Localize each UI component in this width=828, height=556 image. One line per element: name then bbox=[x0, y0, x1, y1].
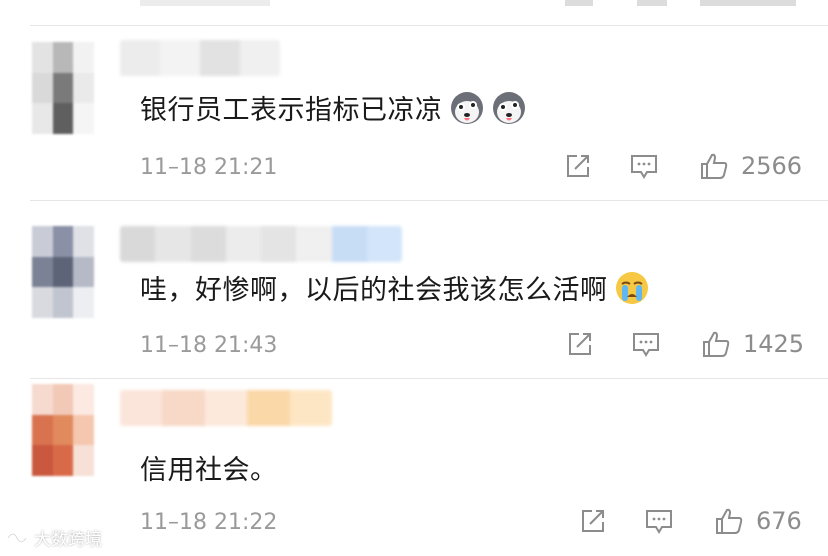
watermark-logo-icon bbox=[7, 532, 27, 543]
previous-actions-remnant bbox=[140, 0, 796, 6]
crying-face-emoji bbox=[615, 271, 648, 304]
divider bbox=[30, 378, 828, 379]
like-count: 1425 bbox=[743, 330, 805, 358]
watermark: 大数跨境 bbox=[6, 525, 102, 550]
username[interactable] bbox=[120, 40, 280, 76]
comment-actions: 1425 bbox=[565, 329, 804, 359]
comment-text: 信用社会。 bbox=[140, 448, 278, 487]
husky-emoji bbox=[450, 91, 483, 124]
share-icon[interactable] bbox=[563, 151, 593, 181]
avatar[interactable] bbox=[32, 384, 94, 476]
comment-text: 银行员工表示指标已凉凉 bbox=[140, 88, 527, 127]
husky-emoji bbox=[492, 91, 525, 124]
avatar[interactable] bbox=[32, 226, 94, 318]
thumbs-up-icon[interactable] bbox=[701, 329, 731, 359]
like-count: 2566 bbox=[741, 152, 803, 180]
comment-timestamp: 11–18 21:43 bbox=[140, 333, 278, 358]
thumbs-up-icon[interactable] bbox=[714, 506, 744, 536]
comment-body: 信用社会。 bbox=[140, 455, 278, 486]
divider bbox=[30, 200, 828, 201]
comment-text: 哇，好惨啊，以后的社会我该怎么活啊 bbox=[140, 268, 650, 307]
share-icon[interactable] bbox=[565, 329, 595, 359]
divider bbox=[30, 25, 828, 26]
username[interactable] bbox=[120, 226, 402, 262]
comment-actions: 676 bbox=[578, 506, 802, 536]
username[interactable] bbox=[120, 390, 332, 426]
comment-actions: 2566 bbox=[563, 151, 802, 181]
comment-timestamp: 11–18 21:22 bbox=[140, 510, 278, 535]
comment-body: 银行员工表示指标已凉凉 bbox=[140, 95, 443, 126]
comment-timestamp: 11–18 21:21 bbox=[140, 155, 278, 180]
share-icon[interactable] bbox=[578, 506, 608, 536]
previous-comment-remnant bbox=[0, 0, 828, 20]
comment-icon[interactable] bbox=[631, 329, 661, 359]
avatar[interactable] bbox=[32, 42, 94, 134]
thumbs-up-icon[interactable] bbox=[699, 151, 729, 181]
comment-icon[interactable] bbox=[644, 506, 674, 536]
like-count: 676 bbox=[756, 507, 802, 535]
comment-icon[interactable] bbox=[629, 151, 659, 181]
watermark-text: 大数跨境 bbox=[34, 530, 102, 550]
comment-body: 哇，好惨啊，以后的社会我该怎么活啊 bbox=[140, 275, 608, 306]
